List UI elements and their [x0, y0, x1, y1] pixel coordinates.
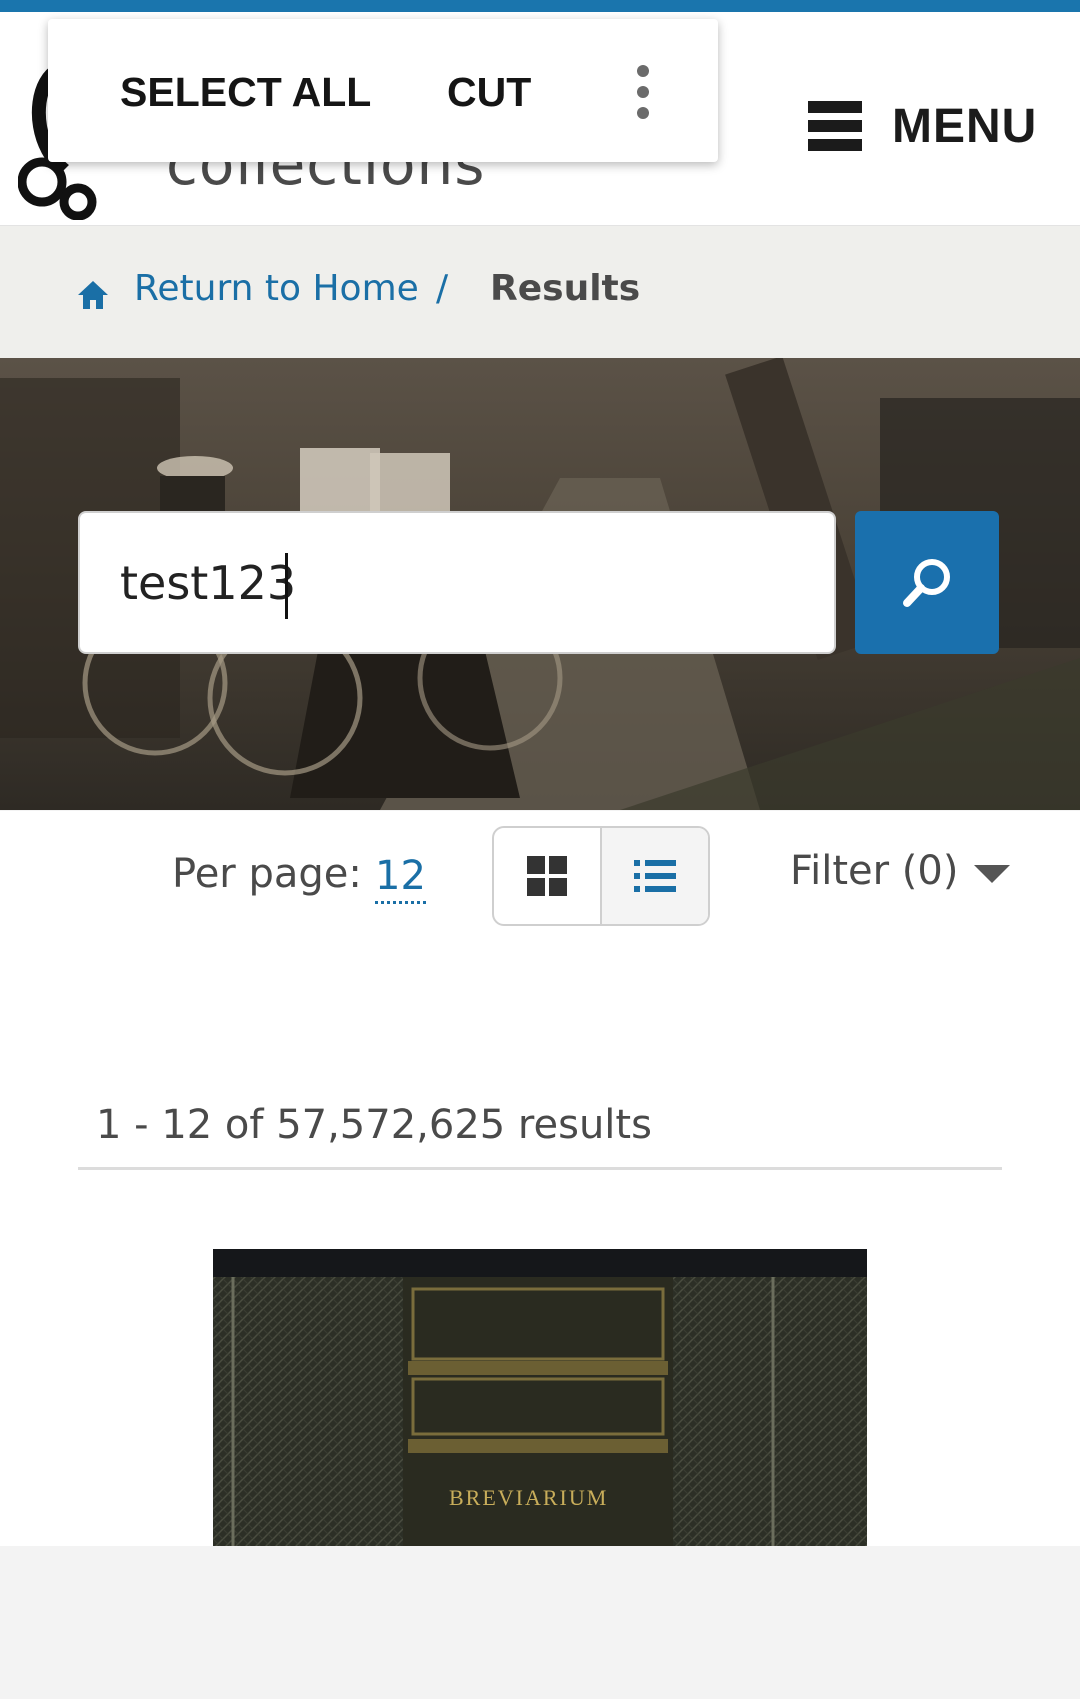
search-icon	[903, 558, 950, 607]
view-toggle	[492, 826, 710, 926]
breadcrumb-current: Results	[490, 268, 641, 309]
per-page-label: Per page:	[172, 851, 362, 897]
list-view-icon	[634, 860, 676, 892]
more-vert-icon[interactable]	[623, 65, 663, 119]
results-toolbar: Per page: 12 Filter (0) 1 - 12 of 57,572…	[0, 811, 1080, 1546]
list-view-button[interactable]	[600, 828, 708, 924]
results-count: 1 - 12 of 57,572,625 results	[96, 1102, 652, 1148]
home-icon	[78, 281, 108, 309]
top-accent-stripe	[0, 0, 1080, 12]
filter-dropdown[interactable]: Filter (0)	[790, 848, 1011, 894]
return-home-link[interactable]: Return to Home	[134, 268, 419, 309]
results-divider	[78, 1167, 1002, 1170]
grid-view-button[interactable]	[494, 828, 600, 924]
breadcrumb: Return to Home / Results	[0, 226, 1080, 358]
search-button[interactable]	[855, 511, 999, 654]
text-selection-popup: SELECT ALL CUT	[48, 19, 718, 162]
page-bottom-area	[0, 1546, 1080, 1699]
cut-action[interactable]: CUT	[447, 69, 531, 116]
breadcrumb-separator: /	[436, 268, 449, 309]
per-page-select[interactable]: 12	[375, 851, 426, 904]
result-spine-title: BREVIARIUM	[449, 1485, 608, 1510]
text-cursor	[285, 553, 288, 619]
result-thumbnail[interactable]: BREVIARIUM	[213, 1249, 867, 1546]
grid-view-icon	[527, 856, 567, 896]
menu-label: MENU	[892, 99, 1038, 153]
filter-label: Filter (0)	[790, 848, 959, 894]
hamburger-icon	[808, 101, 862, 151]
select-all-action[interactable]: SELECT ALL	[120, 69, 371, 116]
menu-button[interactable]: MENU	[808, 94, 1037, 158]
search-input[interactable]	[78, 511, 836, 654]
chevron-down-icon	[974, 865, 1011, 883]
